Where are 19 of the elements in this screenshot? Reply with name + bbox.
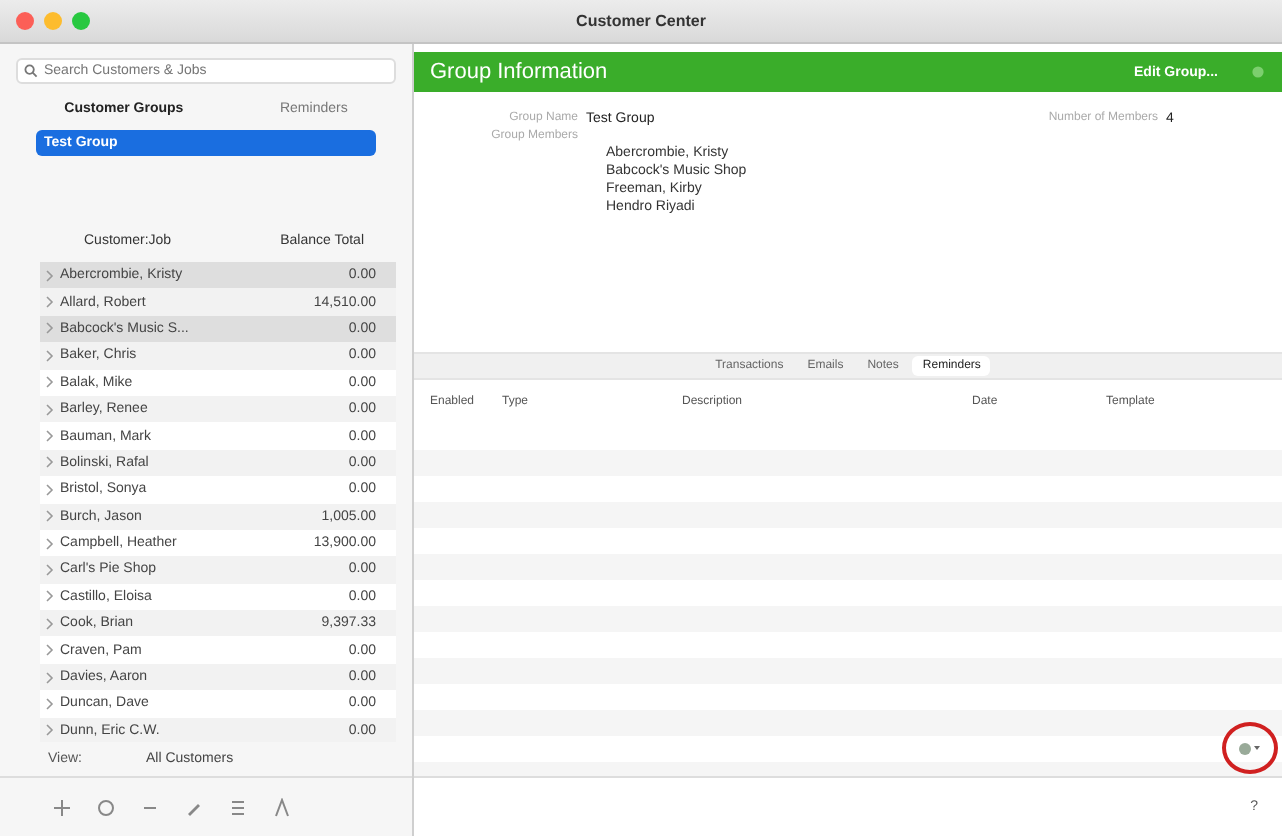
circle-icon[interactable] xyxy=(96,797,116,817)
chevron-icon[interactable] xyxy=(46,510,54,523)
chevron-icon[interactable] xyxy=(46,724,54,737)
zoom-button[interactable] xyxy=(72,12,90,30)
window-title: Customer Center xyxy=(574,12,708,30)
chevron-icon[interactable] xyxy=(46,403,54,416)
chevron-icon[interactable] xyxy=(46,269,54,282)
search-icon xyxy=(24,64,38,78)
chevron-icon[interactable] xyxy=(46,376,54,389)
header-title: Group Information xyxy=(430,60,608,84)
add-icon[interactable] xyxy=(52,797,72,817)
chevron-icon[interactable] xyxy=(46,644,54,657)
chevron-icon[interactable] xyxy=(46,617,54,630)
chevron-icon[interactable] xyxy=(46,349,54,362)
minimize-button[interactable] xyxy=(44,12,62,30)
close-button[interactable] xyxy=(16,12,34,30)
chevron-icon[interactable] xyxy=(46,590,54,603)
list-icon[interactable] xyxy=(228,797,248,817)
chevron-icon[interactable] xyxy=(46,483,54,496)
